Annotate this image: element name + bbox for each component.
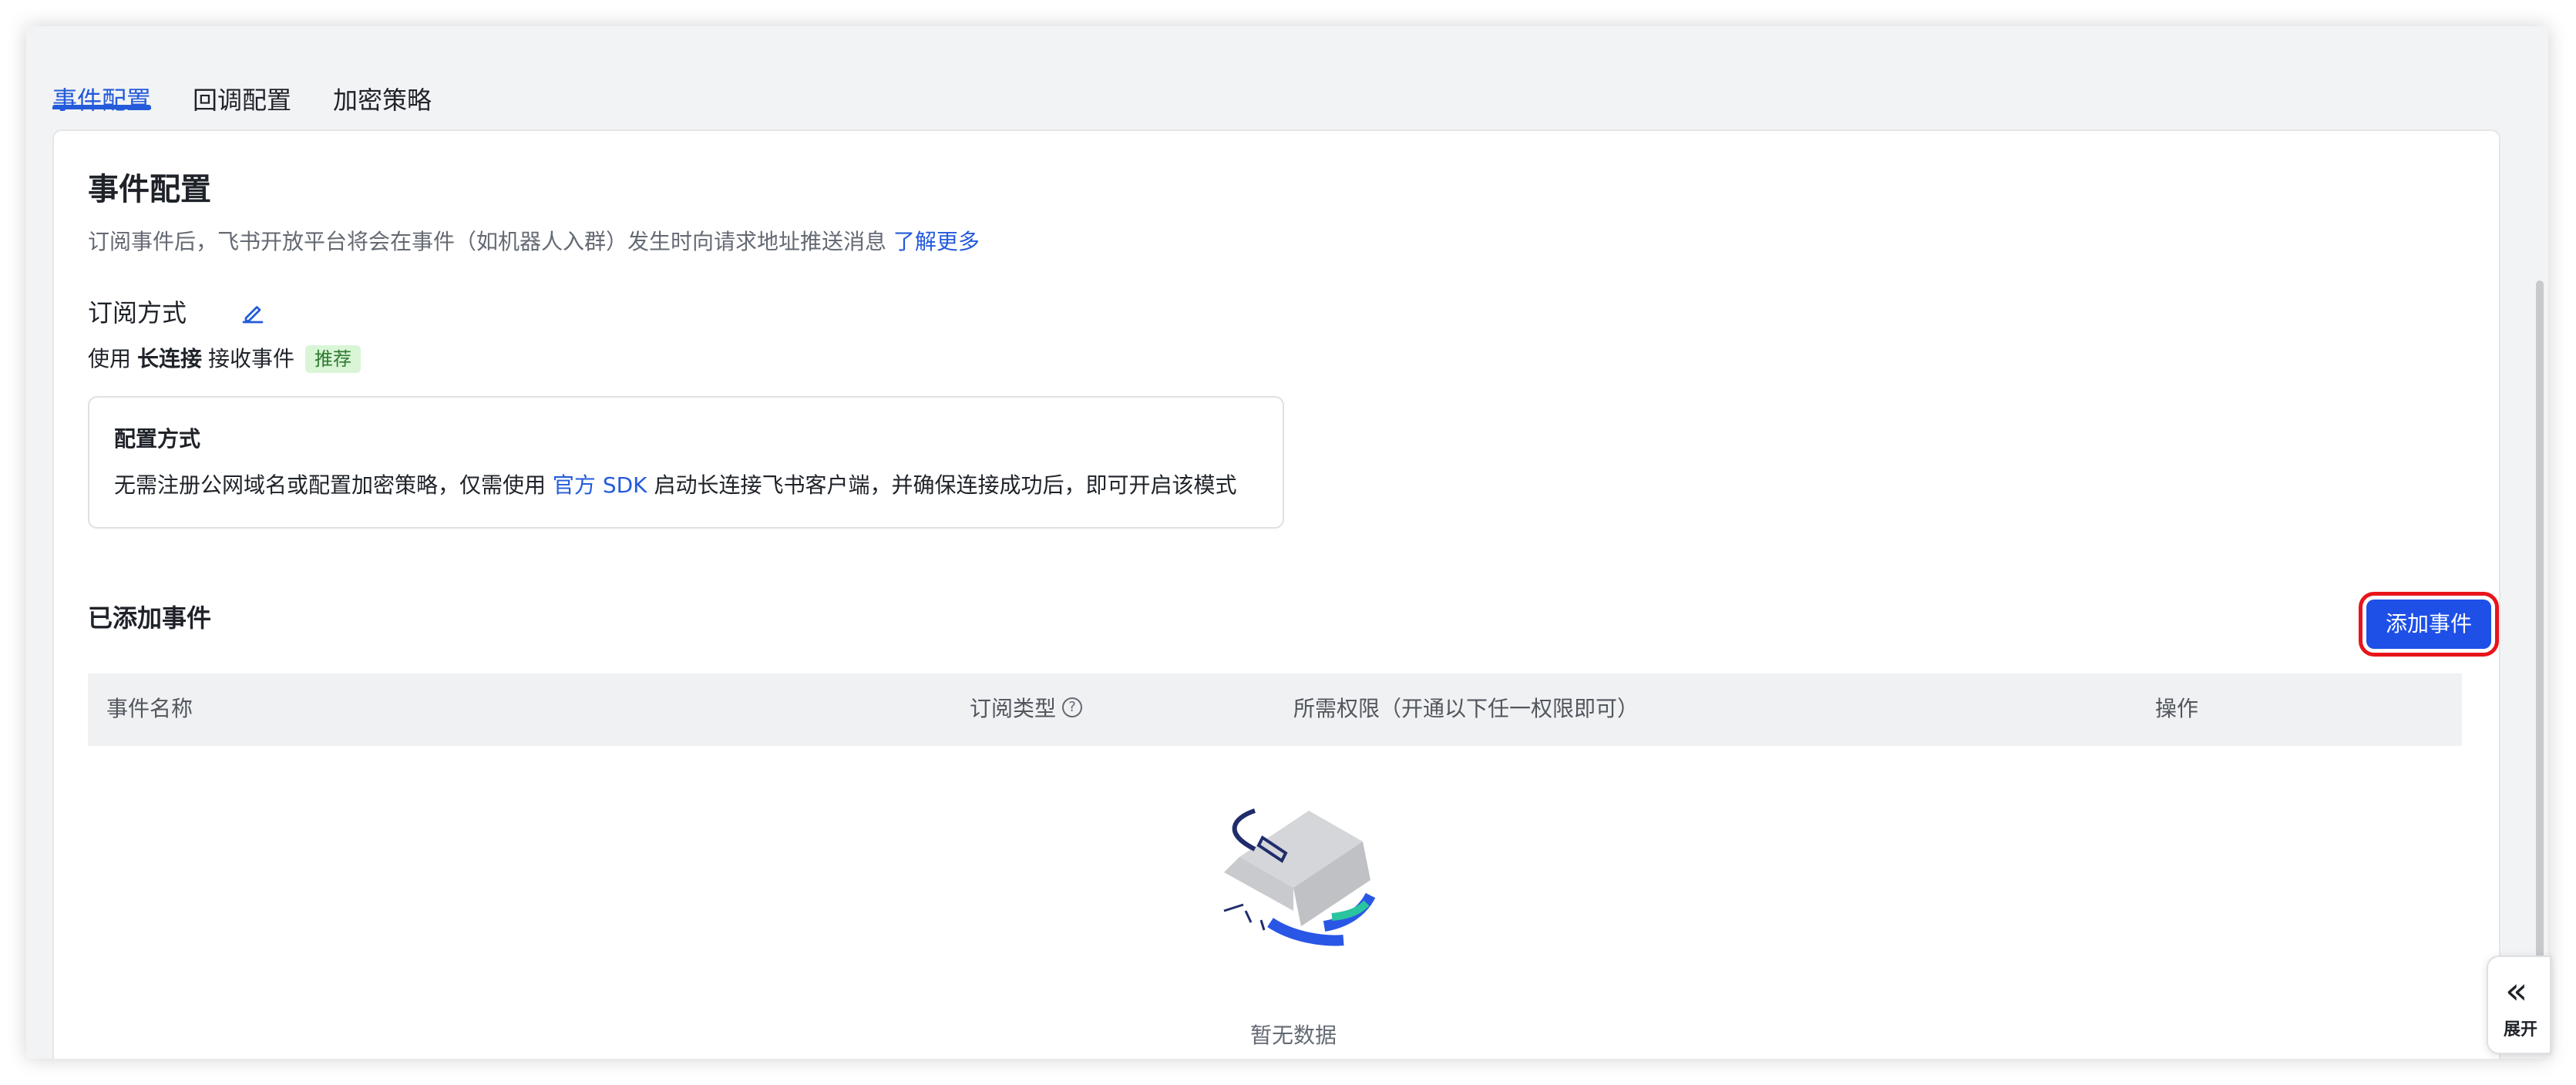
section-title: 事件配置 (88, 172, 211, 207)
column-subscription-type: 订阅类型? (970, 694, 1083, 724)
empty-state-text: 暂无数据 (1249, 1023, 1337, 1048)
active-tab-indicator (52, 105, 151, 109)
method-suffix: 接收事件 (208, 346, 295, 371)
subscription-title: 订阅方式 (88, 298, 187, 328)
events-table-header: 事件名称 订阅类型? 所需权限（开通以下任一权限即可） 操作 (88, 674, 2462, 746)
column-subscription-type-label: 订阅类型 (970, 696, 1057, 721)
column-actions: 操作 (2155, 696, 2199, 721)
official-sdk-link[interactable]: 官方 SDK (553, 472, 647, 498)
subscription-method-line: 使用 长连接 接收事件 推荐 (88, 344, 362, 375)
expand-panel-button[interactable]: « 展开 (2487, 956, 2551, 1054)
question-circle-icon[interactable]: ? (1062, 697, 1083, 717)
config-text-before: 无需注册公网域名或配置加密策略，仅需使用 (114, 472, 546, 498)
config-method-text: 无需注册公网域名或配置加密策略，仅需使用 官方 SDK 启动长连接飞书客户端，并… (114, 470, 1236, 501)
empty-box-illustration (1223, 808, 1376, 946)
expand-label: 展开 (2503, 1020, 2537, 1040)
method-prefix: 使用 (88, 346, 132, 371)
tab-encryption-policy[interactable]: 加密策略 (333, 85, 432, 116)
recommended-badge: 推荐 (305, 345, 362, 373)
tab-event-config[interactable]: 事件配置 (52, 85, 151, 116)
column-required-permissions: 所需权限（开通以下任一权限即可） (1293, 696, 1639, 721)
vertical-scrollbar[interactable] (2536, 280, 2544, 1051)
column-event-name: 事件名称 (106, 696, 193, 721)
learn-more-link[interactable]: 了解更多 (893, 229, 980, 254)
tab-callback-config[interactable]: 回调配置 (193, 85, 291, 116)
section-description: 订阅事件后，飞书开放平台将会在事件（如机器人入群）发生时向请求地址推送消息 了解… (88, 227, 980, 257)
config-text-after: 启动长连接飞书客户端，并确保连接成功后，即可开启该模式 (654, 472, 1237, 498)
add-event-button[interactable]: 添加事件 (2359, 592, 2499, 657)
double-chevron-left-icon: « (2505, 969, 2528, 1013)
event-config-card: 事件配置 订阅事件后，飞书开放平台将会在事件（如机器人入群）发生时向请求地址推送… (52, 129, 2500, 1059)
added-events-title: 已添加事件 (88, 603, 212, 633)
description-text: 订阅事件后，飞书开放平台将会在事件（如机器人入群）发生时向请求地址推送消息 (88, 229, 887, 254)
config-method-box: 配置方式 无需注册公网域名或配置加密策略，仅需使用 官方 SDK 启动长连接飞书… (88, 396, 1284, 529)
tab-bar: 事件配置 回调配置 加密策略 (52, 55, 2500, 139)
method-name: 长连接 (137, 346, 203, 371)
edit-icon[interactable] (239, 299, 267, 327)
app-window: 事件配置 回调配置 加密策略 事件配置 订阅事件后，飞书开放平台将会在事件（如机… (26, 26, 2548, 1059)
config-method-title: 配置方式 (114, 426, 201, 452)
